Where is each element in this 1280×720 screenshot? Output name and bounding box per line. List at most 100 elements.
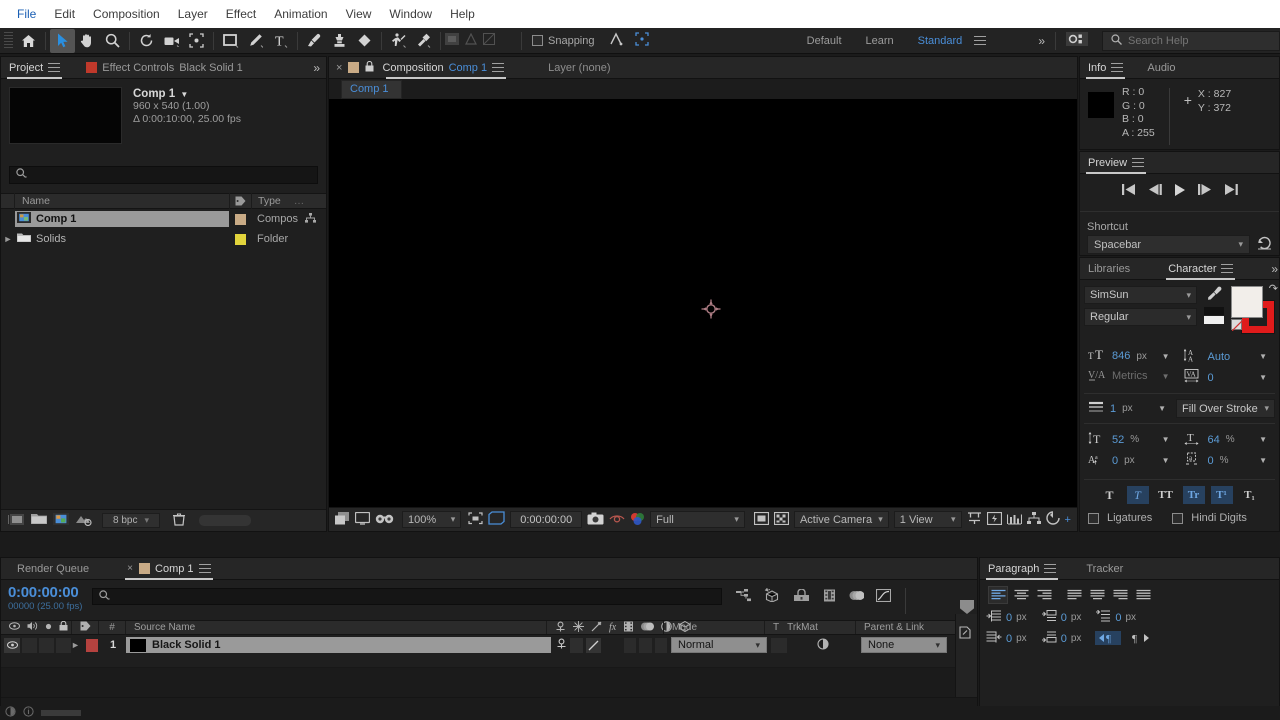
comp-flowchart-icon[interactable] [1026,512,1041,527]
delete-icon[interactable] [173,512,185,529]
project-row-name-cell[interactable]: Comp 1 [15,211,229,227]
project-panel-menu-icon[interactable] [48,63,61,72]
no-color-icon[interactable] [1231,319,1244,332]
close-icon[interactable]: × [127,563,133,574]
menu-item-help[interactable]: Help [441,0,484,28]
fill-color-swatch[interactable] [1231,286,1263,318]
font-size-value[interactable]: 846 [1112,350,1130,362]
take-snapshot-icon[interactable] [587,512,604,528]
roto-brush-tool-icon[interactable] [386,29,411,53]
first-frame-icon[interactable] [1121,184,1136,198]
project-settings-icon[interactable] [53,513,69,528]
reset-exposure-icon[interactable] [1045,511,1060,528]
tab-comp1-timeline[interactable]: × Comp 1 [119,558,218,580]
layer-effects-switch[interactable] [586,637,601,653]
paragraph-panel-menu-icon[interactable] [1044,564,1057,573]
menu-item-view[interactable]: View [337,0,381,28]
composition-viewer[interactable] [329,99,1077,507]
column-header-type[interactable]: Type … [251,193,326,209]
workspace-settings-icon[interactable] [1066,32,1088,49]
font-family-select[interactable]: SimSun ▾ [1084,286,1197,304]
layer-motionblur-switch[interactable] [639,637,652,653]
new-folder-icon[interactable] [31,513,47,528]
kerning-value[interactable]: Metrics [1112,370,1147,382]
horizontal-scale-dropdown-icon[interactable]: ▼ [1259,435,1267,444]
layer-frameblend-switch[interactable] [623,637,636,653]
composition-flowchart-icon[interactable] [305,212,316,226]
indent-right-value[interactable]: 0 [1006,633,1012,645]
justify-last-right-button[interactable] [1110,586,1130,604]
project-tabs-overflow-icon[interactable]: » [313,61,320,75]
layer-parent-switch[interactable] [556,638,567,652]
all-caps-button[interactable]: TT [1155,486,1177,504]
faux-italic-button[interactable]: T [1126,486,1149,504]
tracking-dropdown-icon[interactable]: ▼ [1259,373,1267,382]
layer-parent-select[interactable]: None ▾ [861,637,947,653]
rtl-direction-button[interactable]: ¶ [1128,631,1154,645]
anchor-point-icon[interactable] [701,299,721,322]
indent-first-value[interactable]: 0 [1115,612,1121,624]
timeline-timecode[interactable]: 0:00:00:00 [8,584,82,601]
tab-libraries[interactable]: Libraries [1080,258,1138,280]
previous-frame-icon[interactable] [1148,184,1162,198]
hindi-digits-checkbox[interactable] [1172,512,1184,524]
timeline-search-box[interactable] [92,588,723,605]
pixel-aspect-correction-icon[interactable] [967,511,982,528]
justify-last-left-button[interactable] [1064,586,1084,604]
timeline-panel-menu-icon[interactable] [198,564,211,573]
timeline-ruler-strip[interactable] [955,600,977,697]
mode-column-header[interactable]: Mode [672,622,697,633]
column-header-name[interactable]: Name [15,195,229,207]
ligatures-checkbox[interactable] [1088,512,1099,524]
layer-trkmat-t-cell[interactable] [771,637,787,653]
project-search-box[interactable] [9,166,318,184]
no-fill-stroke-icons[interactable] [1204,307,1224,327]
tsume-dropdown-icon[interactable]: ▼ [1259,456,1267,465]
timeline-current-time[interactable]: 0:00:00:00 00000 (25.00 fps) [1,584,82,612]
layer-audio-switch[interactable] [22,637,37,653]
menu-item-file[interactable]: File [8,0,45,28]
tsume-value[interactable]: 0 [1208,455,1214,467]
layer-3d-switch[interactable] [654,637,667,653]
zoom-level-select[interactable]: 100% ▾ [402,511,462,528]
timeline-layer-area[interactable] [1,667,957,697]
character-panel-menu-icon[interactable] [1221,264,1234,273]
channel-rgb-icon[interactable] [630,512,645,528]
source-name-header[interactable]: Source Name [134,622,195,633]
search-help-input[interactable] [1128,34,1268,47]
chevron-down-icon[interactable]: ▼ [180,90,188,99]
snap-bounding-box-icon[interactable] [634,32,649,49]
new-composition-icon[interactable] [7,513,25,529]
tracking-value[interactable]: 0 [1208,372,1214,384]
space-after-value[interactable]: 0 [1061,633,1067,645]
tab-audio[interactable]: Audio [1139,57,1183,79]
graph-editor-icon[interactable] [876,588,892,605]
project-row-name-cell[interactable]: Solids [15,231,229,247]
menu-item-edit[interactable]: Edit [45,0,84,28]
workspace-menu-icon[interactable] [974,36,987,45]
horizontal-scale-value[interactable]: 64 [1208,434,1220,446]
next-frame-icon[interactable] [1197,184,1212,198]
snap-arrow-icon[interactable] [609,32,623,49]
tab-render-queue[interactable]: Render Queue [9,558,97,580]
breadcrumb-comp1[interactable]: Comp 1 [341,79,402,99]
baseline-shift-value[interactable]: 0 [1112,455,1118,467]
menu-item-window[interactable]: Window [380,0,441,28]
tab-effect-controls[interactable]: Effect Controls Black Solid 1 [78,57,251,79]
composition-mini-flowchart-icon[interactable] [736,588,752,605]
baseline-shift-dropdown-icon[interactable]: ▼ [1162,456,1170,465]
leading-value[interactable]: Auto [1208,351,1231,363]
layer-quality-switch[interactable] [570,637,584,653]
hide-shy-layers-icon[interactable] [793,587,810,605]
current-timecode[interactable]: 0:00:00:00 [510,511,583,528]
fit-comp-icon[interactable] [468,511,483,528]
space-before-value[interactable]: 0 [1061,612,1067,624]
toggle-alpha-icon[interactable] [773,511,790,528]
status-info-icon[interactable] [23,706,34,720]
hand-tool-icon[interactable] [75,29,100,53]
bit-depth-button[interactable]: 8 bpc ▾ [102,513,160,528]
subscript-button[interactable]: T₁ [1239,486,1261,504]
menu-item-layer[interactable]: Layer [169,0,217,28]
fill-stroke-order-select[interactable]: Fill Over Stroke ▾ [1176,399,1275,418]
layer-mode-select[interactable]: Normal ▾ [671,637,767,653]
